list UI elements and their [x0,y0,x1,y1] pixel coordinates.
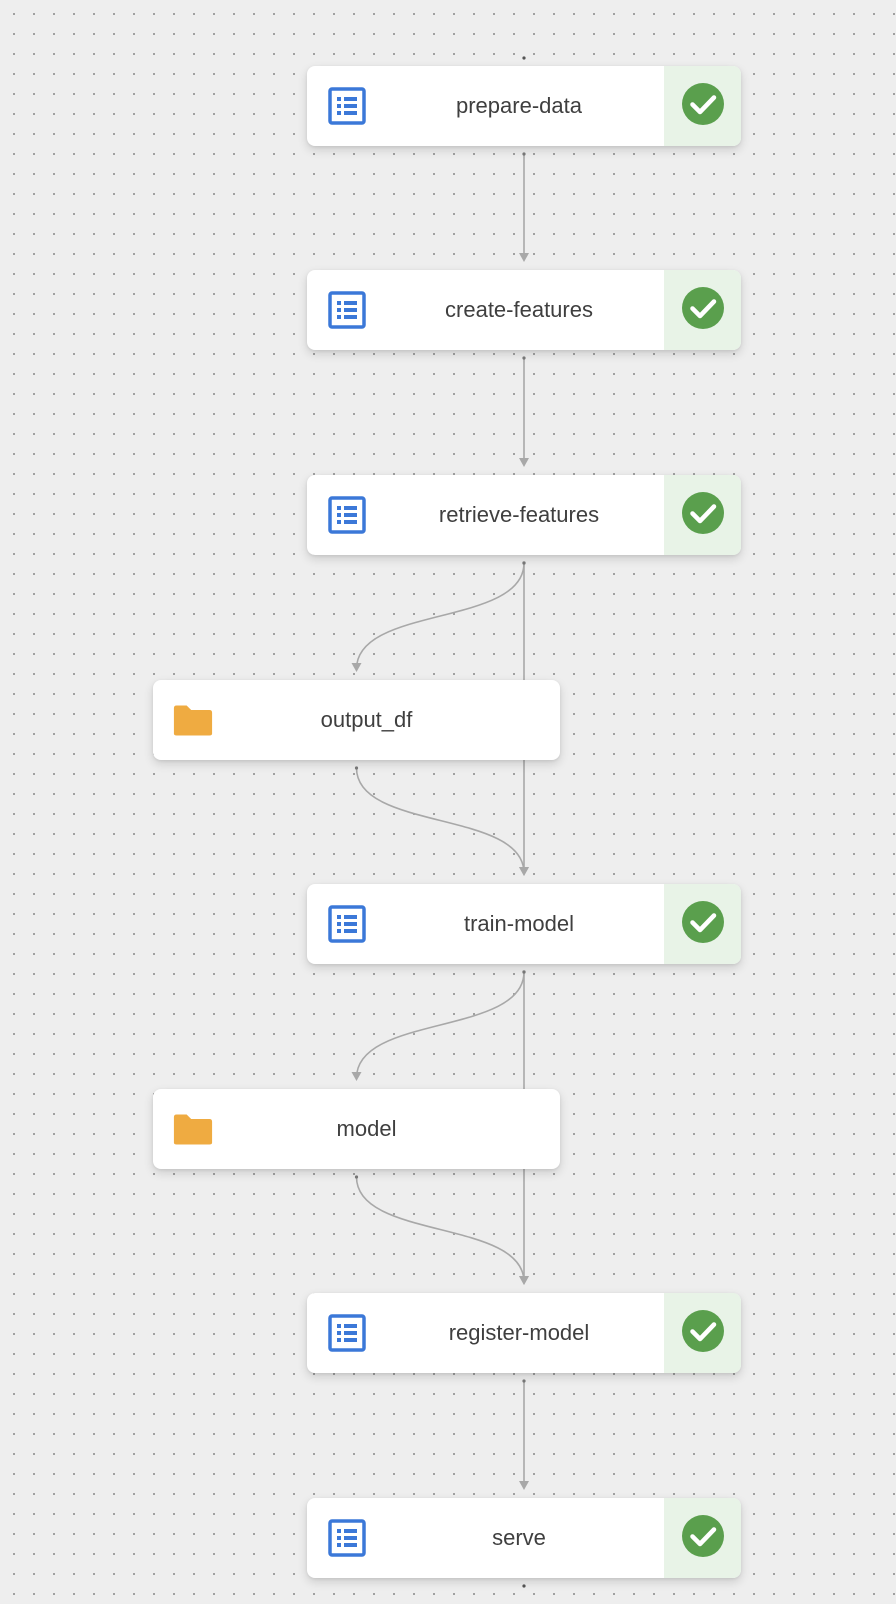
node-serve[interactable]: serve [307,1498,741,1578]
status-cell [664,66,741,146]
node-label: serve [492,1525,546,1550]
edge-train-model-to-model [355,971,525,1079]
edge-source-handle [522,1379,526,1383]
edge-source-handle [354,766,359,770]
node-label: register-model [448,1320,590,1345]
list-document-icon [327,1518,367,1558]
edge-source-handle [522,356,526,360]
node-label: output_df [320,707,413,732]
list-document-icon [327,904,367,944]
edge-model-to-register-model [355,1176,525,1283]
edge-source-handle [522,970,526,974]
edge-output_df-to-train-model [355,767,525,874]
edge-source-handle [354,1175,359,1179]
edge-arrowhead [519,1481,529,1490]
check-circle-icon [681,491,725,540]
status-cell [664,270,741,350]
check-circle-icon [681,1309,725,1358]
edge-arrowhead [519,867,529,876]
edge-source-handle [522,970,526,974]
folder-icon [173,1109,213,1149]
bottom-handle [522,1584,526,1588]
node-prepare-data[interactable]: prepare-data [307,66,741,146]
node-label: retrieve-features [438,502,600,527]
check-circle-icon [681,82,725,131]
status-cell [664,884,741,964]
check-circle-icon [681,286,725,335]
status-cell [664,475,741,555]
edge-arrowhead [519,867,529,876]
node-output-df[interactable]: output_df [153,680,560,760]
node-retrieve-features[interactable]: retrieve-features [307,475,741,555]
node-label: prepare-data [456,93,582,118]
node-create-features[interactable]: create-features [307,270,741,350]
edge-source-handle [522,561,526,565]
list-document-icon [327,86,367,126]
folder-icon [173,700,213,740]
node-train-model[interactable]: train-model [307,884,741,964]
node-label: model [336,1116,397,1141]
status-cell [664,1498,741,1578]
top-handle [522,56,526,60]
edge-arrowhead [519,253,529,262]
edge-arrowhead [519,458,529,467]
edge-arrowhead [519,1276,529,1285]
node-model[interactable]: model [153,1089,560,1169]
node-label: create-features [445,297,593,322]
node-label: train-model [463,911,575,936]
edge-arrowhead [351,663,362,672]
node-register-model[interactable]: register-model [307,1293,741,1373]
list-document-icon [327,1313,367,1353]
status-cell [664,1293,741,1373]
edge-retrieve-features-to-output_df [355,562,525,670]
check-circle-icon [681,1514,725,1563]
edge-source-handle [522,152,526,156]
edge-arrowhead [351,1072,362,1081]
edge-arrowhead [519,1276,529,1285]
check-circle-icon [681,900,725,949]
list-document-icon [327,495,367,535]
list-document-icon [327,290,367,330]
edge-source-handle [522,561,526,565]
